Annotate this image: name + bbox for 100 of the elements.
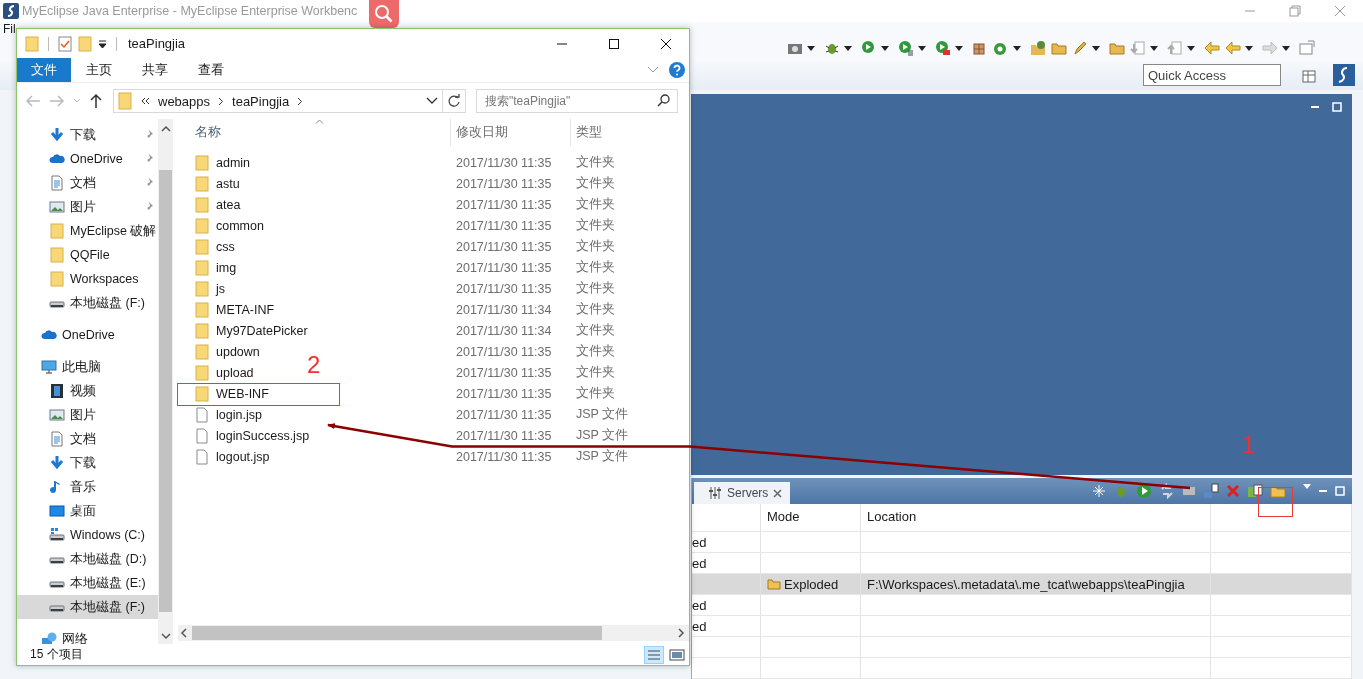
- file-name[interactable]: js: [216, 281, 226, 296]
- folder-icon[interactable]: [1270, 483, 1286, 499]
- details-view-icon[interactable]: [644, 645, 664, 664]
- sidebar-item[interactable]: 视频: [17, 379, 158, 403]
- caret-icon[interactable]: [1187, 45, 1195, 51]
- sidebar-item[interactable]: 本地磁盘 (D:): [17, 547, 158, 571]
- column-header[interactable]: Location: [861, 504, 1211, 531]
- app-logo-icon[interactable]: [1333, 64, 1355, 87]
- back-arrow-icon[interactable]: [1204, 40, 1220, 57]
- sidebar-item[interactable]: 本地磁盘 (E:): [17, 571, 158, 595]
- caret-icon[interactable]: [955, 45, 963, 51]
- search-field[interactable]: 搜索"teaPingjia": [476, 89, 678, 113]
- column-header[interactable]: 名称: [178, 119, 450, 146]
- folder-icon[interactable]: [1109, 40, 1125, 57]
- snowflake-icon[interactable]: [1092, 484, 1106, 498]
- ribbon-tab[interactable]: 文件: [17, 58, 71, 82]
- file-name[interactable]: css: [216, 239, 235, 254]
- caret-icon[interactable]: [1150, 45, 1158, 51]
- sidebar-item[interactable]: 文档: [17, 171, 158, 195]
- file-name[interactable]: astu: [216, 176, 240, 191]
- column-header[interactable]: 类型: [570, 119, 680, 146]
- file-name[interactable]: upload: [216, 365, 254, 380]
- caret-icon[interactable]: [881, 45, 889, 51]
- sidebar-item[interactable]: MyEclipse 破解: [17, 219, 158, 243]
- file-name[interactable]: WEB-INF: [216, 386, 269, 401]
- sidebar-item[interactable]: OneDrive: [17, 323, 158, 347]
- file-name[interactable]: common: [216, 218, 264, 233]
- file-name[interactable]: META-INF: [216, 302, 275, 317]
- sidebar-item[interactable]: 音乐: [17, 475, 158, 499]
- column-header[interactable]: Mode: [761, 504, 861, 531]
- table-row[interactable]: ed: [692, 616, 1352, 637]
- close-icon[interactable]: [773, 488, 783, 498]
- refresh-icon[interactable]: [1159, 483, 1175, 499]
- chevron-left-icon[interactable]: [180, 628, 188, 638]
- chevron-right-icon[interactable]: [297, 96, 304, 106]
- sidebar-item[interactable]: Windows (C:): [17, 523, 158, 547]
- table-row[interactable]: ed: [692, 532, 1352, 553]
- file-name[interactable]: logout.jsp: [216, 449, 270, 464]
- caret-icon[interactable]: [1092, 45, 1100, 51]
- chevron-up-icon[interactable]: [160, 125, 171, 133]
- close-icon[interactable]: [1333, 4, 1347, 19]
- caret-icon[interactable]: [1013, 45, 1021, 51]
- folder-globe-icon[interactable]: [1030, 40, 1046, 57]
- ribbon-tab[interactable]: 共享: [127, 58, 183, 82]
- servers-tab[interactable]: Servers: [694, 482, 791, 504]
- sidebar-item[interactable]: QQFile: [17, 243, 158, 267]
- breadcrumb-item[interactable]: webapps: [158, 93, 211, 109]
- play-list-icon[interactable]: [898, 40, 914, 57]
- column-header[interactable]: 修改日期: [450, 119, 570, 146]
- quick-access-field[interactable]: Quick Access: [1143, 64, 1281, 87]
- chevron-down-icon[interactable]: [160, 632, 171, 640]
- sidebar-item[interactable]: Workspaces: [17, 267, 158, 291]
- chevron-right-icon[interactable]: [677, 628, 685, 638]
- file-name[interactable]: img: [216, 260, 237, 275]
- file-name[interactable]: login.jsp: [216, 407, 262, 422]
- table-row[interactable]: ed: [692, 595, 1352, 616]
- caret-icon[interactable]: [918, 45, 926, 51]
- sidebar-item[interactable]: 网络: [17, 627, 158, 644]
- sidebar-item[interactable]: 图片: [17, 403, 158, 427]
- caret-icon[interactable]: [844, 45, 852, 51]
- menu-item[interactable]: Fil: [3, 22, 16, 37]
- new-grid-icon[interactable]: [972, 40, 988, 57]
- file-name[interactable]: admin: [216, 155, 251, 170]
- file-name[interactable]: updown: [216, 344, 260, 359]
- sidebar-item[interactable]: OneDrive: [17, 147, 158, 171]
- double-chevron-icon[interactable]: [140, 97, 150, 105]
- breadcrumb-item[interactable]: teaPingjia: [232, 93, 290, 109]
- refresh-button[interactable]: [443, 89, 466, 113]
- sidebar-item[interactable]: 下载: [17, 451, 158, 475]
- sidebar-item[interactable]: 下载: [17, 123, 158, 147]
- help-icon[interactable]: [669, 62, 685, 78]
- file-name[interactable]: My97DatePicker: [216, 323, 308, 338]
- scrollbar[interactable]: [158, 119, 173, 644]
- caret-icon[interactable]: [1245, 45, 1253, 51]
- sidebar-item[interactable]: 此电脑: [17, 355, 158, 379]
- checklist-icon[interactable]: [58, 35, 72, 52]
- caret-icon[interactable]: [98, 39, 107, 48]
- stop-icon[interactable]: [1182, 484, 1196, 498]
- up-arrow-icon[interactable]: [89, 93, 103, 109]
- sidebar-item[interactable]: 图片: [17, 195, 158, 219]
- ribbon-tab[interactable]: 查看: [183, 58, 239, 82]
- sidebar-item[interactable]: 本地磁盘 (F:): [17, 291, 158, 315]
- new-class-icon[interactable]: [993, 40, 1009, 57]
- sidebar-item[interactable]: 桌面: [17, 499, 158, 523]
- pen-icon[interactable]: [1072, 40, 1088, 57]
- documents-icon[interactable]: [1247, 483, 1263, 499]
- ribbon-tab[interactable]: 主页: [71, 58, 127, 82]
- sidebar-item[interactable]: 文档: [17, 427, 158, 451]
- sidebar-item[interactable]: 本地磁盘 (F:): [17, 595, 158, 619]
- caret-icon[interactable]: [807, 45, 815, 51]
- file-name[interactable]: loginSuccess.jsp: [216, 428, 310, 443]
- file-name[interactable]: atea: [216, 197, 241, 212]
- folder-icon[interactable]: [1051, 40, 1067, 57]
- restore-icon[interactable]: [1288, 4, 1302, 19]
- chevron-down-icon[interactable]: [426, 97, 438, 105]
- chevron-right-icon[interactable]: [218, 96, 225, 106]
- table-row[interactable]: Exploded F:\Workspaces\.metadata\.me_tcat\webapps\teaPingjia: [692, 574, 1352, 595]
- play-toolbox-icon[interactable]: [935, 40, 951, 57]
- search-button[interactable]: [369, 0, 399, 28]
- address-bar[interactable]: webapps teaPingjia: [113, 89, 443, 113]
